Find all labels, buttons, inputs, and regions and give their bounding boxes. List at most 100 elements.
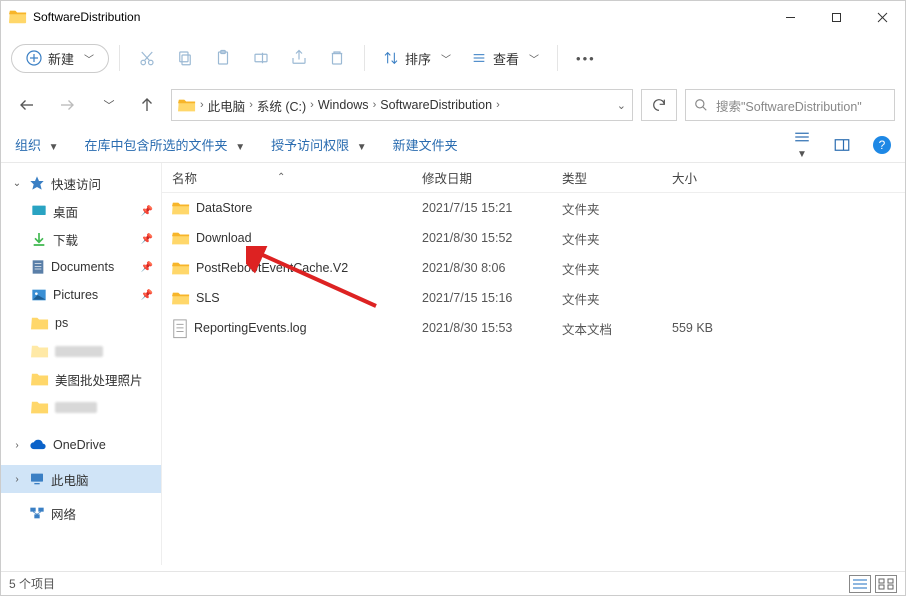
folder-icon xyxy=(172,260,190,276)
col-name[interactable]: 名称⌃ xyxy=(162,168,412,187)
chevron-down-icon: ﹀ xyxy=(529,51,539,66)
nav-row: ﹀ › 此电脑 › 系统 (C:) › Windows › SoftwareDi… xyxy=(1,83,905,127)
details-view-button[interactable] xyxy=(849,575,871,593)
sidebar-item-network[interactable]: ›网络 xyxy=(1,499,161,527)
refresh-button[interactable] xyxy=(641,89,677,121)
chevron-right-icon[interactable]: › xyxy=(11,440,23,451)
file-list: 名称⌃ 修改日期 类型 大小 DataStore 2021/7/15 15:21… xyxy=(161,163,905,565)
sidebar-item-blurred[interactable] xyxy=(1,337,161,365)
window-title: SoftwareDistribution xyxy=(33,10,140,24)
sidebar-item-onedrive[interactable]: ›OneDrive xyxy=(1,431,161,459)
folder-icon xyxy=(31,399,49,415)
toolbar-separator xyxy=(119,45,120,71)
view-options-button[interactable]: ▼ xyxy=(793,129,811,160)
close-button[interactable] xyxy=(859,1,905,33)
view-label: 查看 xyxy=(493,49,519,68)
toolbar-separator xyxy=(557,45,558,71)
desktop-icon xyxy=(31,204,47,218)
sidebar-item-blurred[interactable] xyxy=(1,393,161,421)
sidebar-item-ps[interactable]: ps xyxy=(1,309,161,337)
column-headers: 名称⌃ 修改日期 类型 大小 xyxy=(162,163,905,193)
pin-icon: 📌 xyxy=(141,290,153,301)
textfile-icon xyxy=(172,319,188,337)
recent-button[interactable]: ﹀ xyxy=(91,89,123,121)
sidebar-item-meitu[interactable]: 美图批处理照片 xyxy=(1,365,161,393)
preview-pane-button[interactable] xyxy=(833,137,851,153)
picture-icon xyxy=(31,288,47,302)
pc-icon xyxy=(29,472,45,486)
folder-icon xyxy=(172,290,190,306)
chevron-right-icon[interactable]: › xyxy=(496,99,500,111)
chevron-right-icon[interactable]: › xyxy=(11,474,23,485)
folder-icon xyxy=(172,230,190,246)
toolbar: 新建 ﹀ 排序 ﹀ 查看 ﹀ ••• xyxy=(1,33,905,83)
status-count: 5 个项目 xyxy=(9,575,55,592)
chevron-right-icon[interactable]: › xyxy=(249,99,253,111)
chevron-down-icon: ﹀ xyxy=(84,51,94,66)
forward-button[interactable] xyxy=(51,89,83,121)
back-button[interactable] xyxy=(11,89,43,121)
organize-menu[interactable]: 组织 ▼ xyxy=(15,135,59,154)
sidebar-item-documents[interactable]: Documents📌 xyxy=(1,253,161,281)
col-type[interactable]: 类型 xyxy=(552,168,662,187)
file-row[interactable]: DataStore 2021/7/15 15:21 文件夹 xyxy=(162,193,905,223)
file-row[interactable]: ReportingEvents.log 2021/8/30 15:53 文本文档… xyxy=(162,313,905,343)
col-date[interactable]: 修改日期 xyxy=(412,168,552,187)
col-size[interactable]: 大小 xyxy=(662,168,762,187)
delete-button[interactable] xyxy=(320,41,354,75)
sidebar-item-desktop[interactable]: 桌面📌 xyxy=(1,197,161,225)
chevron-down-icon[interactable]: ⌄ xyxy=(11,178,23,189)
status-bar: 5 个项目 xyxy=(1,571,905,595)
sidebar-item-pictures[interactable]: Pictures📌 xyxy=(1,281,161,309)
paste-button[interactable] xyxy=(206,41,240,75)
rename-button[interactable] xyxy=(244,41,278,75)
more-button[interactable]: ••• xyxy=(568,41,604,75)
download-icon xyxy=(31,231,47,247)
pin-icon: 📌 xyxy=(141,206,153,217)
cut-button[interactable] xyxy=(130,41,164,75)
network-icon xyxy=(29,506,45,520)
chevron-right-icon[interactable]: › xyxy=(200,99,204,111)
chevron-right-icon[interactable]: › xyxy=(310,99,314,111)
chevron-down-icon[interactable]: ⌄ xyxy=(617,99,626,112)
breadcrumb[interactable]: 此电脑 xyxy=(208,96,246,115)
grant-access-menu[interactable]: 授予访问权限 ▼ xyxy=(271,135,367,154)
folder-icon xyxy=(31,371,49,387)
breadcrumb[interactable]: Windows xyxy=(318,98,369,112)
breadcrumb[interactable]: 系统 (C:) xyxy=(257,96,306,115)
new-label: 新建 xyxy=(48,49,74,68)
maximize-button[interactable] xyxy=(813,1,859,33)
folder-icon xyxy=(178,97,196,113)
up-button[interactable] xyxy=(131,89,163,121)
help-button[interactable]: ? xyxy=(873,136,891,154)
minimize-button[interactable] xyxy=(767,1,813,33)
chevron-right-icon[interactable]: › xyxy=(373,99,377,111)
pin-icon: 📌 xyxy=(141,262,153,273)
new-folder-button[interactable]: 新建文件夹 xyxy=(393,135,458,154)
file-row[interactable]: Download 2021/8/30 15:52 文件夹 xyxy=(162,223,905,253)
share-button[interactable] xyxy=(282,41,316,75)
file-row[interactable]: SLS 2021/7/15 15:16 文件夹 xyxy=(162,283,905,313)
search-icon xyxy=(694,98,708,112)
thumbnails-view-button[interactable] xyxy=(875,575,897,593)
search-placeholder: 搜索"SoftwareDistribution" xyxy=(716,96,862,115)
breadcrumb[interactable]: SoftwareDistribution xyxy=(380,98,492,112)
folder-icon xyxy=(9,8,27,26)
sort-button[interactable]: 排序 ﹀ xyxy=(375,41,459,75)
cloud-icon xyxy=(29,439,47,451)
pin-icon: 📌 xyxy=(141,234,153,245)
view-button[interactable]: 查看 ﹀ xyxy=(463,41,547,75)
search-input[interactable]: 搜索"SoftwareDistribution" xyxy=(685,89,895,121)
quick-access[interactable]: ⌄ 快速访问 xyxy=(1,169,161,197)
folder-icon xyxy=(31,315,49,331)
chevron-down-icon: ﹀ xyxy=(441,51,451,66)
address-bar[interactable]: › 此电脑 › 系统 (C:) › Windows › SoftwareDist… xyxy=(171,89,633,121)
sidebar-item-downloads[interactable]: 下载📌 xyxy=(1,225,161,253)
file-row[interactable]: PostRebootEventCache.V2 2021/8/30 8:06 文… xyxy=(162,253,905,283)
sidebar-item-thispc[interactable]: ›此电脑 xyxy=(1,465,161,493)
new-button[interactable]: 新建 ﹀ xyxy=(11,44,109,73)
folder-icon xyxy=(31,343,49,359)
include-library-menu[interactable]: 在库中包含所选的文件夹 ▼ xyxy=(85,135,246,154)
folder-icon xyxy=(172,200,190,216)
copy-button[interactable] xyxy=(168,41,202,75)
